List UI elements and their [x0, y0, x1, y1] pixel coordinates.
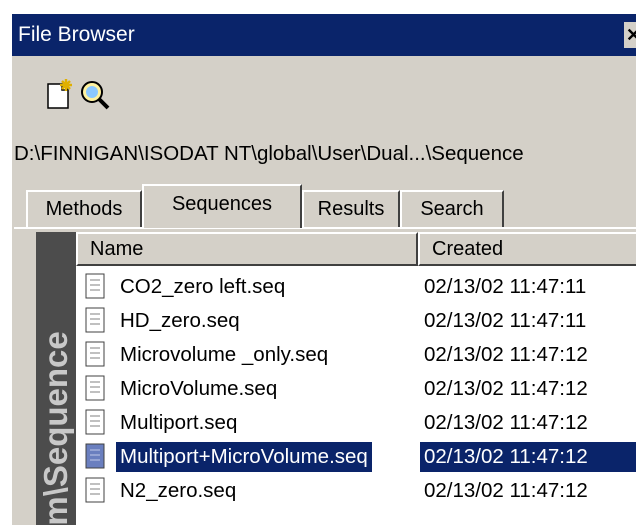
- file-created: 02/13/02 11:47:11: [424, 275, 587, 298]
- file-name: HD_zero.seq: [120, 309, 240, 332]
- list-item[interactable]: HD_zero.seq 02/13/02 11:47:11: [76, 304, 636, 338]
- file-name: Multiport+MicroVolume.seq: [116, 442, 372, 472]
- file-created: 02/13/02 11:47:11: [424, 309, 587, 332]
- column-header-name[interactable]: Name: [76, 232, 418, 266]
- sequence-file-icon: [85, 409, 105, 435]
- file-browser-window: File Browser ✕ D:\FINNIGAN\ISODAT NT\glo…: [12, 14, 636, 525]
- file-list[interactable]: Name Created CO2_zero left.seq 02/13/02 …: [76, 232, 636, 525]
- tab-sequences[interactable]: Sequences: [142, 184, 302, 228]
- tab-results[interactable]: Results: [302, 190, 400, 228]
- file-created: 02/13/02 11:47:12: [424, 343, 588, 366]
- sequence-file-icon: [85, 477, 105, 503]
- file-created: 02/13/02 11:47:12: [424, 479, 588, 502]
- tab-search[interactable]: Search: [400, 190, 504, 228]
- sequence-file-icon: [85, 341, 105, 367]
- file-created: 02/13/02 11:47:12: [424, 411, 588, 434]
- file-name: Microvolume _only.seq: [120, 343, 329, 366]
- tab-methods[interactable]: Methods: [26, 190, 142, 228]
- list-item[interactable]: MicroVolume.seq 02/13/02 11:47:12: [76, 372, 636, 406]
- file-name: MicroVolume.seq: [120, 377, 278, 400]
- list-item[interactable]: N2_zero.seq 02/13/02 11:47:12: [76, 474, 636, 508]
- file-created: 02/13/02 11:47:12: [424, 377, 588, 400]
- window-title: File Browser: [18, 23, 135, 46]
- file-created: 02/13/02 11:47:12: [420, 442, 636, 472]
- sequence-file-icon: [85, 307, 105, 333]
- sidebar-label: em\Sequence: [37, 331, 74, 525]
- search-button[interactable]: [78, 78, 112, 112]
- tab-divider: [14, 227, 636, 229]
- column-header-created[interactable]: Created: [418, 232, 636, 266]
- list-item[interactable]: CO2_zero left.seq 02/13/02 11:47:11: [76, 270, 636, 304]
- file-name: CO2_zero left.seq: [120, 275, 286, 298]
- current-path: D:\FINNIGAN\ISODAT NT\global\User\Dual..…: [14, 142, 524, 165]
- close-button[interactable]: ✕: [624, 22, 636, 48]
- title-bar[interactable]: File Browser ✕: [12, 14, 636, 56]
- file-name: N2_zero.seq: [120, 479, 237, 502]
- sequence-file-icon: [85, 375, 105, 401]
- new-file-icon: [47, 79, 72, 109]
- list-item[interactable]: Multiport.seq 02/13/02 11:47:12: [76, 406, 636, 440]
- sequence-file-icon: [85, 443, 105, 469]
- new-file-button[interactable]: [42, 78, 76, 112]
- list-item[interactable]: Microvolume _only.seq 02/13/02 11:47:12: [76, 338, 636, 372]
- search-icon: [81, 81, 110, 110]
- file-name: Multiport.seq: [120, 411, 238, 434]
- sequence-file-icon: [85, 273, 105, 299]
- list-item-selected[interactable]: Multiport+MicroVolume.seq 02/13/02 11:47…: [76, 440, 636, 474]
